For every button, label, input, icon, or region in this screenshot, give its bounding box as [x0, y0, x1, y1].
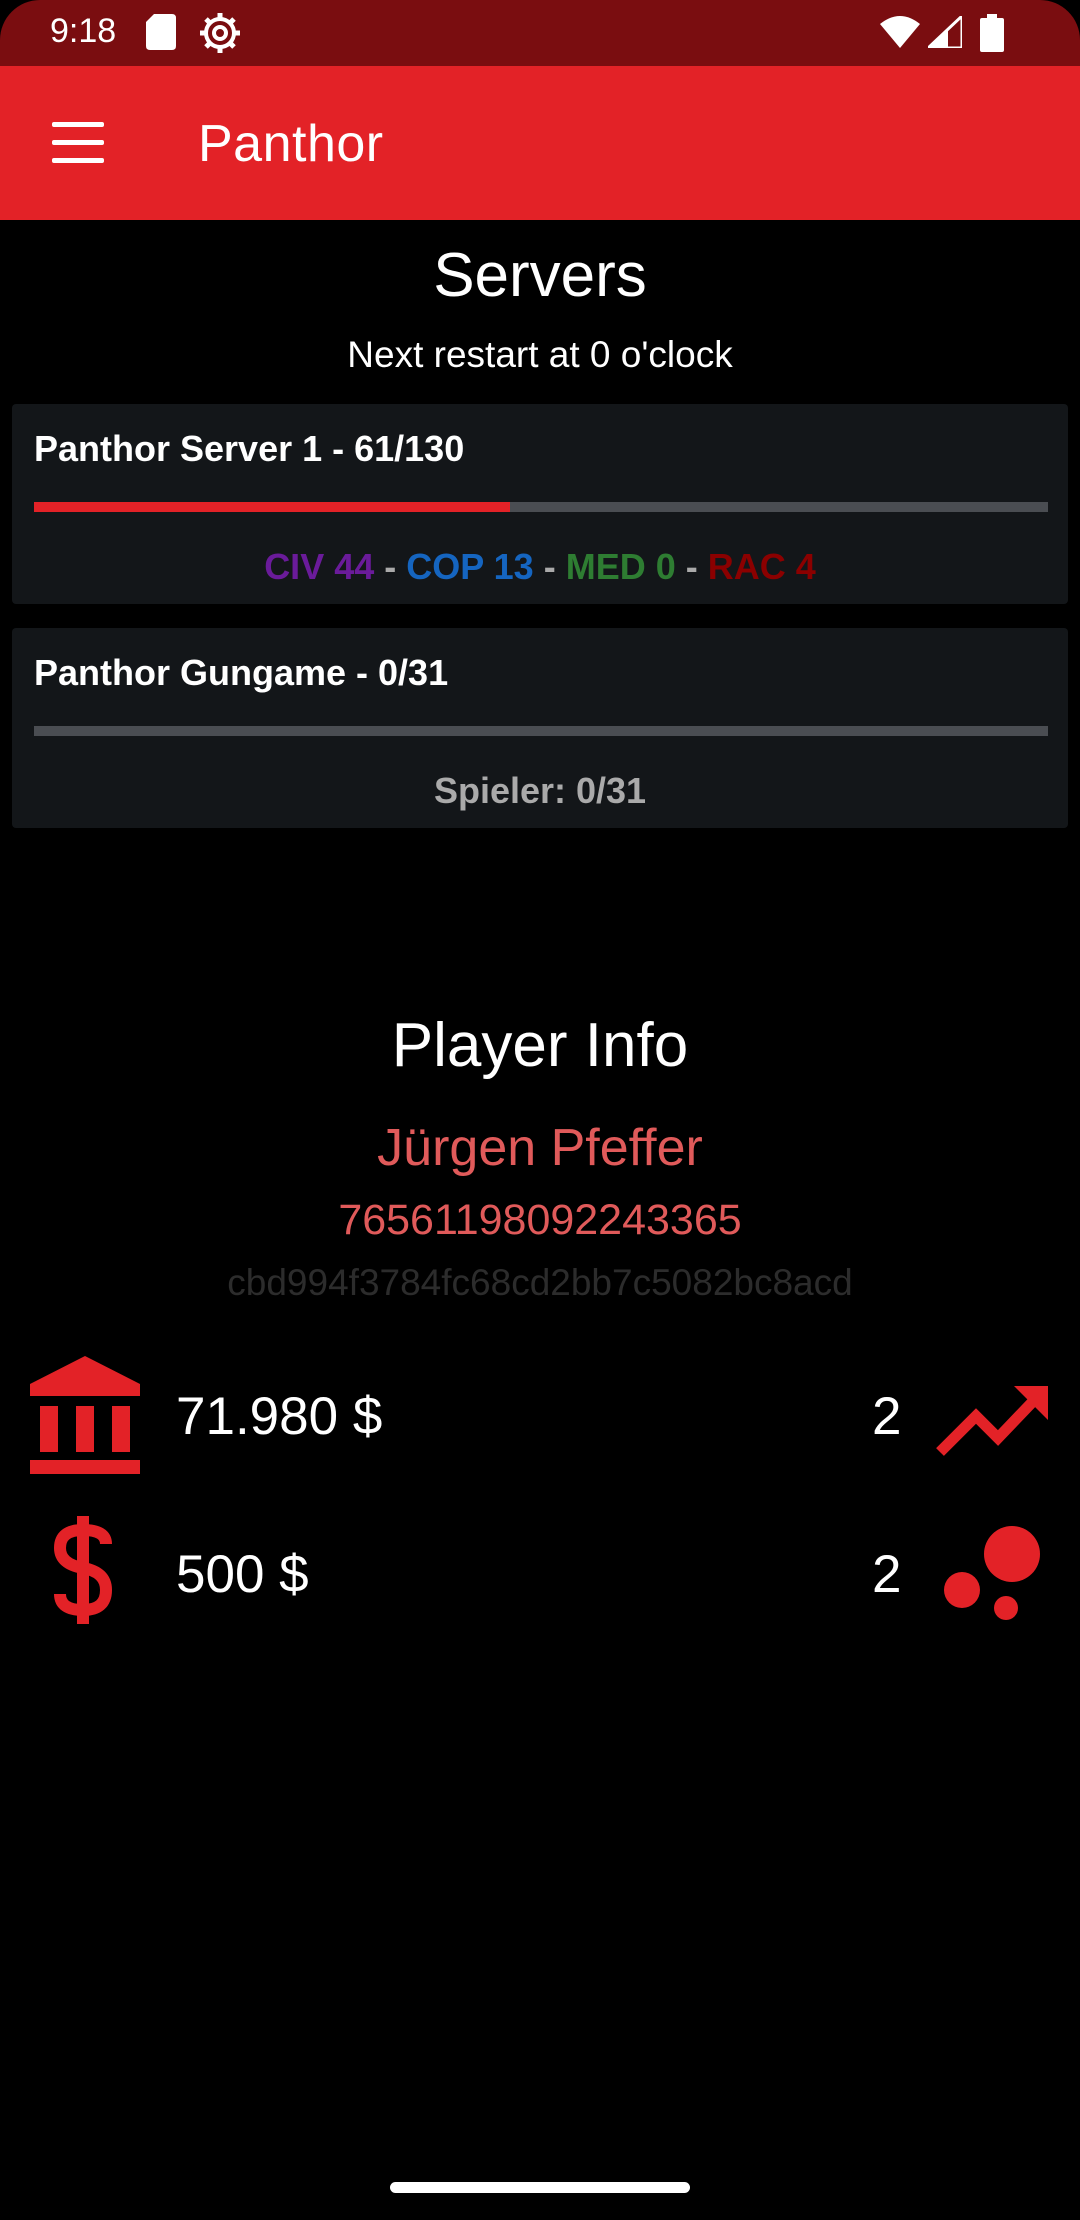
app-bar: Panthor: [0, 66, 1080, 220]
server-card-panthor-1[interactable]: Panthor Server 1 - 61/130 CIV 44 - COP 1…: [12, 404, 1068, 604]
faction-rac: RAC 4: [707, 546, 816, 587]
cash-stat-row: 500 $ 2: [0, 1516, 1080, 1636]
server-name: Panthor Server 1 - 61/130: [34, 428, 465, 469]
server-card-gungame[interactable]: Panthor Gungame - 0/31 Spieler: 0/31: [12, 628, 1068, 828]
server-name: Panthor Gungame - 0/31: [34, 652, 449, 693]
player-info-title: Player Info: [391, 1011, 689, 1080]
status-time: 9:18: [50, 12, 117, 50]
cash-balance: 500 $: [176, 1545, 309, 1604]
bank-icon: [30, 1356, 140, 1474]
app-title: Panthor: [198, 115, 384, 173]
restart-info: Next restart at 0 o'clock: [347, 334, 733, 375]
home-indicator[interactable]: [390, 2182, 690, 2193]
bubbles-icon: [944, 1526, 1040, 1620]
cash-level: 2: [872, 1545, 902, 1604]
faction-counts: CIV 44 - COP 13 - MED 0 - RAC 4: [12, 546, 1068, 588]
status-bar: 9:18: [0, 0, 1080, 66]
server-load-bar: [34, 726, 1048, 736]
separator: -: [543, 546, 556, 587]
faction-med: MED 0: [565, 546, 676, 587]
wifi-icon: [880, 16, 920, 48]
player-steam-id: 76561198092243365: [338, 1196, 742, 1244]
player-hash: cbd994f3784fc68cd2bb7c5082bc8acd: [227, 1262, 853, 1303]
player-name: Jürgen Pfeffer: [377, 1119, 703, 1177]
server-load-fill: [34, 502, 510, 512]
player-count-summary: Spieler: 0/31: [433, 770, 647, 811]
separator: -: [685, 546, 698, 587]
hamburger-menu-icon[interactable]: [40, 112, 114, 174]
bank-balance: 71.980 $: [176, 1387, 383, 1446]
trending-up-icon: [936, 1386, 1048, 1456]
separator: -: [384, 546, 397, 587]
faction-civ: CIV 44: [264, 546, 375, 587]
bank-stat-row: 71.980 $ 2: [0, 1356, 1080, 1476]
dollar-icon: [53, 1516, 113, 1624]
battery-icon: [980, 14, 1004, 52]
server-load-bar: [34, 502, 1048, 512]
signal-icon: [928, 16, 962, 48]
sd-card-icon: [146, 14, 176, 50]
settings-gear-icon: [200, 13, 240, 53]
bank-level: 2: [872, 1387, 902, 1446]
faction-cop: COP 13: [406, 546, 534, 587]
servers-title: Servers: [433, 241, 647, 310]
